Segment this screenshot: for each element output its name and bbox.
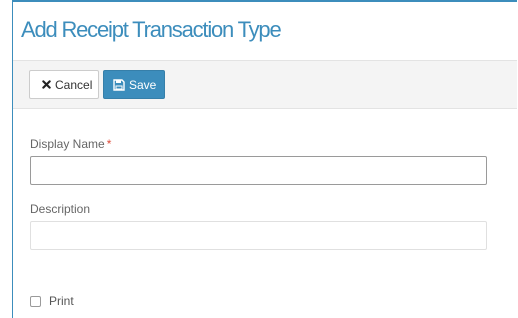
save-button-label: Save	[129, 77, 157, 92]
page-title: Add Receipt Transaction Type	[21, 17, 282, 42]
cancel-button-label: Cancel	[55, 77, 93, 92]
modal-window: Add Receipt Transaction Type Cancel Save…	[12, 0, 517, 318]
print-option: Print	[30, 294, 74, 308]
form-body: Display Name * Description Print	[13, 110, 517, 318]
print-label: Print	[49, 294, 74, 308]
save-button[interactable]: Save	[103, 70, 165, 99]
display-name-label-text: Display Name	[30, 137, 105, 151]
close-icon	[42, 80, 51, 89]
floppy-disk-icon	[113, 78, 125, 91]
print-checkbox[interactable]	[30, 295, 41, 307]
required-marker: *	[106, 137, 112, 151]
description-field[interactable]	[30, 221, 487, 250]
toolbar: Cancel Save	[13, 60, 517, 109]
modal-header: Add Receipt Transaction Type	[13, 2, 517, 60]
cancel-button[interactable]: Cancel	[29, 70, 99, 99]
display-name-field[interactable]	[30, 156, 487, 185]
display-name-label: Display Name *	[30, 137, 111, 151]
description-label: Description	[30, 202, 91, 216]
